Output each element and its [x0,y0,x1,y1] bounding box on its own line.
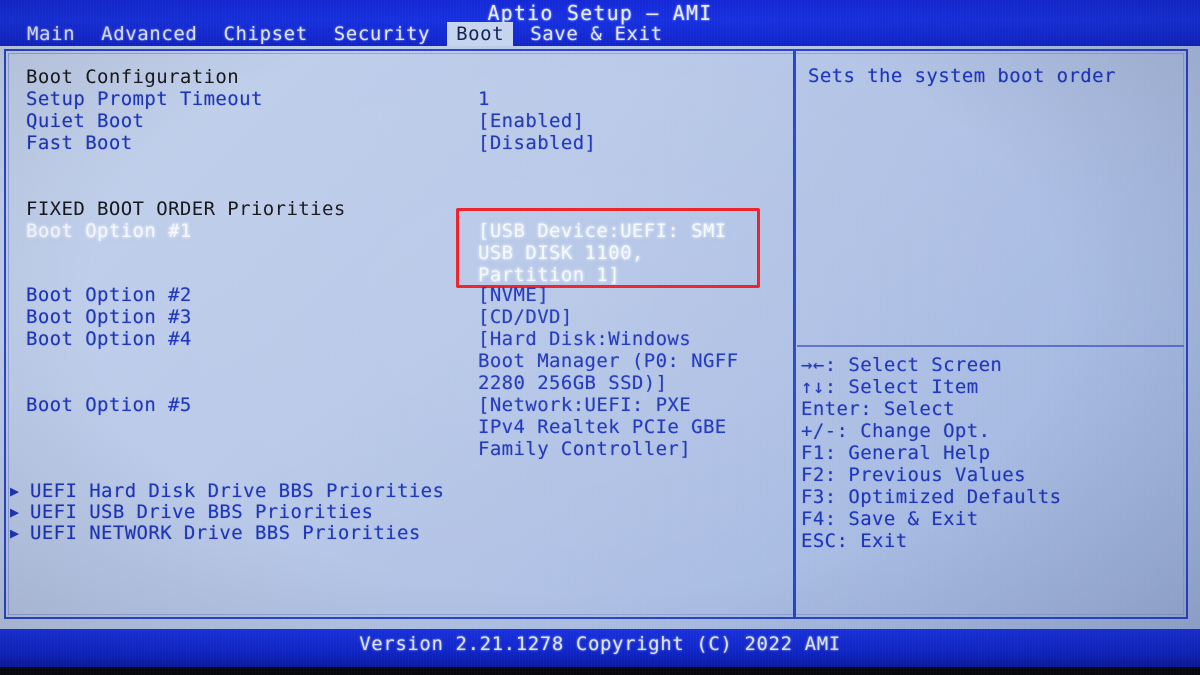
version-text: Version 2.21.1278 Copyright (C) 2022 AMI [359,633,841,655]
boot-option-1-label[interactable]: Boot Option #1 [26,220,192,242]
setting-value-fast-boot[interactable]: [Disabled] [478,132,596,154]
boot-option-4-label[interactable]: Boot Option #4 [26,328,192,350]
help-key-action-f3: : Optimized Defaults [824,486,1062,508]
help-key-action-enter: : Select [860,398,955,420]
help-key-label-f4: F4 [801,508,825,530]
submenu-arrow-icon-hard-disk: ▶ [10,482,20,500]
help-key-f2-previous-values: F2: Previous Values [801,464,1026,486]
boot-option-2-label[interactable]: Boot Option #2 [26,284,192,306]
boot-option-5-value-line-3[interactable]: Family Controller] [478,438,691,460]
help-key-select-screen: →←: Select Screen [801,354,1002,376]
boot-option-2-value-line-1[interactable]: [NVME] [478,284,549,306]
boot-option-4-value-line-2[interactable]: Boot Manager (P0: NGFF [478,350,738,372]
help-key-change-opt: +/-: Change Opt. [801,420,990,442]
help-key-label-plus-minus: +/- [801,420,837,442]
help-key-label-select-item: ↑↓ [801,376,825,398]
help-key-select-item: ↑↓: Select Item [801,376,979,398]
help-key-action-plus-minus: : Change Opt. [836,420,991,442]
help-key-action-f1: : General Help [824,442,991,464]
help-key-esc-exit: ESC: Exit [801,530,908,552]
help-key-label-f1: F1 [801,442,825,464]
help-key-action-select-screen: : Select Screen [824,354,1003,376]
help-key-label-f2: F2 [801,464,825,486]
submenu-arrow-icon-usb: ▶ [10,503,20,521]
boot-option-4-value-line-3[interactable]: 2280 256GB SSD)] [478,372,667,394]
setting-label-quiet-boot[interactable]: Quiet Boot [26,110,144,132]
setting-label-fast-boot[interactable]: Fast Boot [26,132,133,154]
boot-option-5-value-line-2[interactable]: IPv4 Realtek PCIe GBE [478,416,727,438]
boot-option-5-value-line-1[interactable]: [Network:UEFI: PXE [478,394,691,416]
boot-option-5-label[interactable]: Boot Option #5 [26,394,192,416]
help-description: Sets the system boot order [808,65,1116,87]
annotation-highlight-box [456,208,760,288]
footer-band: Version 2.21.1278 Copyright (C) 2022 AMI [0,629,1200,667]
tab-boot[interactable]: Boot [447,21,514,47]
section-heading-boot-configuration: Boot Configuration [26,66,240,88]
help-panel-divider-horizontal [797,345,1184,347]
submenu-uefi-hard-disk-bbs-priorities[interactable]: UEFI Hard Disk Drive BBS Priorities [30,480,444,502]
help-key-action-f4: : Save & Exit [824,508,979,530]
tab-advanced[interactable]: Advanced [92,22,206,47]
submenu-arrow-icon-network: ▶ [10,524,20,542]
tab-save-and-exit[interactable]: Save & Exit [521,22,671,47]
header-band: Aptio Setup – AMI Main Advanced Chipset … [0,0,1200,47]
help-key-action-esc: : Exit [836,530,908,552]
help-key-f1-general-help: F1: General Help [801,442,990,464]
help-key-action-select-item: : Select Item [824,376,979,398]
submenu-uefi-network-bbs-priorities[interactable]: UEFI NETWORK Drive BBS Priorities [30,522,421,544]
boot-option-3-value-line-1[interactable]: [CD/DVD] [478,306,573,328]
help-key-label-enter: Enter [801,398,861,420]
boot-option-4-value-line-1[interactable]: [Hard Disk:Windows [478,328,691,350]
submenu-uefi-usb-bbs-priorities[interactable]: UEFI USB Drive BBS Priorities [30,501,373,523]
help-key-action-f2: : Previous Values [824,464,1026,486]
tab-chipset[interactable]: Chipset [214,22,316,47]
help-key-enter-select: Enter: Select [801,398,955,420]
section-heading-fixed-boot-order: FIXED BOOT ORDER Priorities [26,198,346,220]
screen-bottom-bezel [0,667,1200,675]
boot-option-3-label[interactable]: Boot Option #3 [26,306,192,328]
help-key-f3-optimized-defaults: F3: Optimized Defaults [801,486,1061,508]
setting-value-quiet-boot[interactable]: [Enabled] [478,110,585,132]
bios-setup-screen: Aptio Setup – AMI Main Advanced Chipset … [0,0,1200,675]
content-area: Boot Configuration Setup Prompt Timeout … [0,46,1200,629]
help-key-label-esc: ESC [801,530,837,552]
help-key-label-f3: F3 [801,486,825,508]
setting-value-setup-prompt-timeout[interactable]: 1 [478,88,490,110]
panel-divider-vertical [793,49,796,619]
tab-main[interactable]: Main [18,22,84,47]
help-key-label-select-screen: →← [801,354,825,376]
help-key-f4-save-and-exit: F4: Save & Exit [801,508,979,530]
setting-label-setup-prompt-timeout[interactable]: Setup Prompt Timeout [26,88,263,110]
tab-security[interactable]: Security [325,22,439,47]
menu-bar: Main Advanced Chipset Security Boot Save… [0,21,1200,47]
